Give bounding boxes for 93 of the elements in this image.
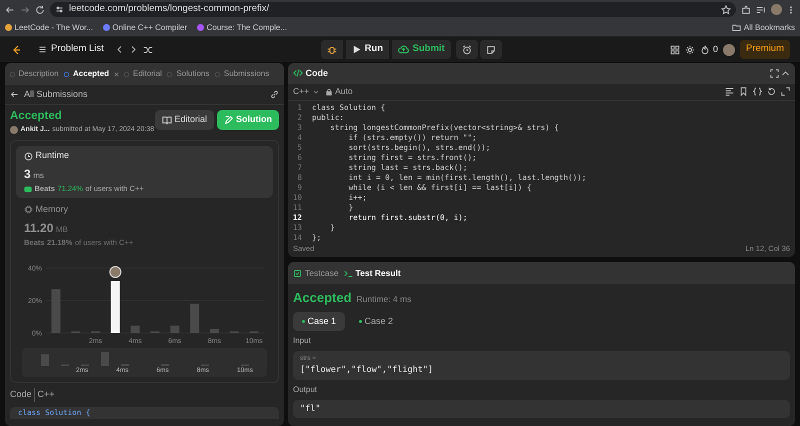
pencil-icon — [224, 114, 234, 125]
panel-tab[interactable]: Testcase — [293, 266, 339, 280]
expand-icon[interactable] — [770, 68, 778, 78]
settings-icon[interactable] — [685, 44, 696, 54]
url-text: leetcode.com/problems/longest-common-prefix/ — [69, 2, 270, 16]
folder-icon — [732, 23, 742, 32]
note-icon — [486, 44, 496, 54]
avatar-marker — [108, 266, 121, 278]
mode-toggle[interactable]: Auto — [324, 85, 353, 98]
user-avatar[interactable] — [723, 44, 735, 56]
chip-icon — [24, 205, 33, 214]
maximize-icon[interactable] — [781, 87, 790, 96]
debug-button[interactable] — [321, 40, 344, 59]
arrow-left-icon[interactable] — [10, 90, 19, 99]
input-label: Input — [293, 335, 312, 347]
site-info-icon[interactable] — [55, 5, 64, 14]
clock-icon — [24, 152, 33, 160]
close-icon[interactable] — [112, 70, 120, 78]
braces-icon[interactable] — [753, 87, 762, 96]
book-icon — [162, 114, 172, 125]
premium-button[interactable]: Premium — [740, 40, 790, 59]
tab-icon — [166, 70, 174, 78]
format-icon[interactable] — [725, 87, 734, 96]
grid-icon[interactable] — [670, 44, 680, 54]
link-icon[interactable] — [270, 90, 279, 99]
runtime-text: Runtime: 4 ms — [356, 293, 412, 306]
tab-icon — [63, 70, 70, 78]
bookmark-icon[interactable] — [739, 87, 748, 96]
play-icon — [352, 45, 361, 54]
caret-icon — [312, 88, 320, 96]
panel-tab[interactable]: Submissions — [212, 68, 270, 80]
code-icon — [293, 68, 303, 78]
stat-unit: ms — [33, 170, 44, 182]
reset-icon[interactable] — [767, 87, 776, 96]
terminal-icon — [344, 268, 353, 278]
bookmark-link[interactable]: Course: The Comple... — [197, 22, 287, 34]
problem-list-button[interactable]: Problem List — [32, 40, 110, 59]
histogram-bar[interactable] — [110, 280, 120, 333]
panel-tab[interactable]: Accepted — [62, 68, 110, 80]
shuffle-icon[interactable] — [142, 44, 153, 54]
tab-icon — [8, 70, 16, 78]
checkbox-icon — [293, 268, 302, 278]
bookmark-link[interactable]: Online C++ Compiler — [102, 22, 188, 34]
stat-unit: MB — [56, 224, 68, 236]
author-avatar — [10, 126, 18, 134]
bookmark-link[interactable]: LeetCode - The Wor... — [5, 22, 93, 34]
list-icon — [38, 45, 47, 54]
bug-icon — [327, 44, 338, 54]
menu-icon[interactable] — [787, 4, 795, 14]
stat-value: 11.20 — [24, 220, 54, 237]
output-value: "fl" — [300, 402, 322, 416]
flame-icon — [700, 44, 710, 54]
streak-counter[interactable]: 0 — [700, 42, 718, 56]
cloud-upload-icon — [398, 44, 409, 55]
status-text: Accepted — [10, 108, 63, 124]
alarm-clock-icon — [462, 44, 472, 54]
input-value: ["flower","flow","flight"] — [300, 364, 434, 376]
tab-icon — [214, 70, 221, 78]
address-bar[interactable]: leetcode.com/problems/longest-common-prefix/ — [50, 2, 736, 17]
tab-icon — [123, 70, 130, 78]
language-select[interactable]: C++ — [293, 85, 320, 98]
editorial-button[interactable]: Editorial — [154, 110, 214, 130]
collapse-icon[interactable] — [781, 68, 790, 78]
lock-icon — [324, 88, 333, 96]
section-title: Code — [10, 388, 36, 402]
star-icon[interactable] — [721, 4, 731, 14]
case-tab[interactable]: Case 1 — [293, 312, 346, 331]
back-icon[interactable] — [5, 4, 15, 14]
alarm-button[interactable] — [456, 40, 478, 59]
all-bookmarks-link[interactable]: All Bookmarks — [732, 22, 795, 34]
result-status: Accepted — [293, 289, 352, 307]
case-tab[interactable]: Case 2 — [350, 312, 402, 331]
stat-title: Memory — [36, 203, 68, 216]
note-button[interactable] — [480, 40, 502, 59]
panel-tab[interactable]: Test Result — [344, 266, 401, 280]
profile-avatar[interactable] — [771, 4, 782, 15]
chevron-right-icon[interactable] — [128, 45, 138, 54]
output-label: Output — [293, 384, 318, 396]
stat-title: Runtime — [36, 149, 70, 162]
submit-button[interactable]: Submit — [392, 40, 451, 59]
puzzle-icon[interactable] — [741, 4, 751, 14]
stat-value: 3 — [24, 166, 31, 184]
media-icon[interactable] — [756, 4, 766, 14]
run-button[interactable]: Run — [346, 40, 390, 59]
reload-icon[interactable] — [35, 4, 45, 14]
panel-tab[interactable]: Solutions — [165, 68, 210, 80]
panel-tab[interactable]: Description — [8, 68, 60, 80]
panel-tab[interactable]: Editorial — [122, 68, 163, 80]
chevron-left-icon[interactable] — [114, 45, 124, 54]
panel-title: Code — [306, 66, 328, 80]
forward-icon[interactable] — [20, 4, 30, 14]
language-label: C++ — [38, 388, 55, 401]
all-submissions-link[interactable]: All Submissions — [24, 88, 88, 102]
